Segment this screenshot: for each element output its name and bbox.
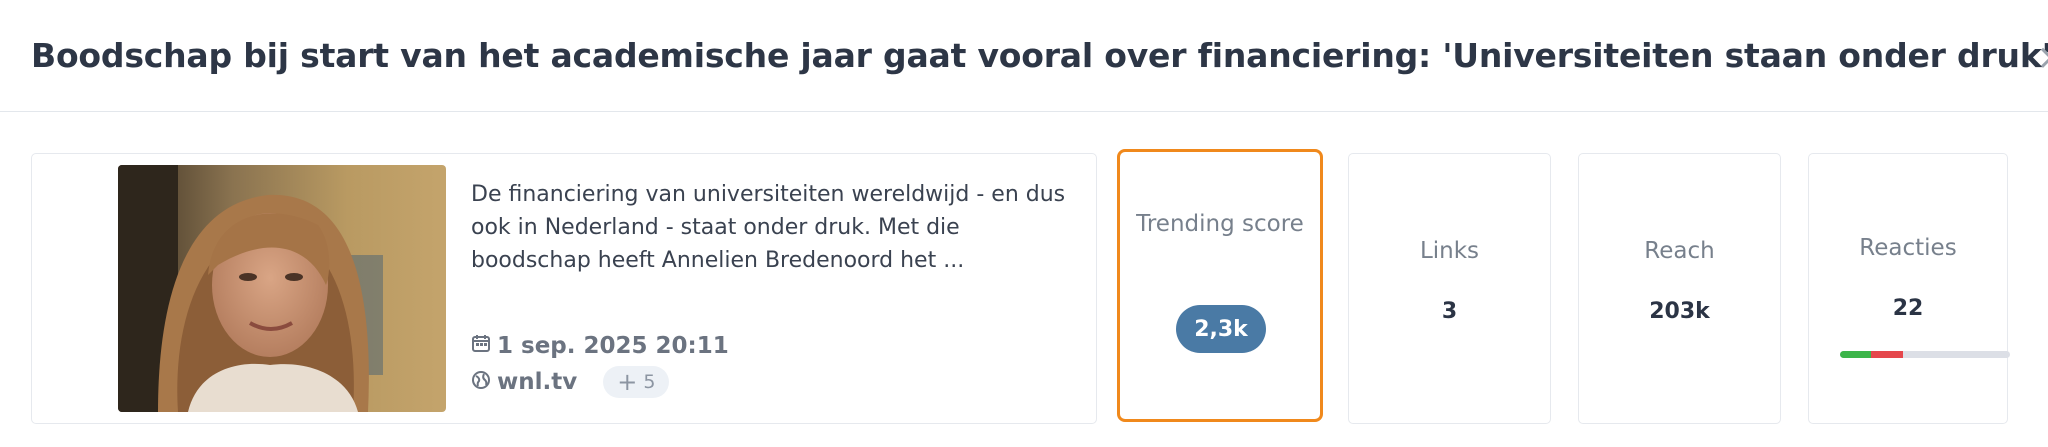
globe-icon (471, 370, 491, 394)
calendar-icon (471, 333, 491, 359)
trending-score-label: Trending score (1136, 211, 1304, 237)
panel-header: Boodschap bij start van het academische … (0, 0, 2048, 112)
more-sources-count: 5 (643, 371, 656, 393)
reacties-card[interactable]: Reacties 22 (1808, 153, 2010, 424)
more-sources-badge[interactable]: + 5 (603, 366, 670, 398)
source-row: wnl.tv + 5 (471, 366, 670, 398)
article-card[interactable]: De financiering van universiteiten werel… (31, 153, 1097, 424)
links-value: 3 (1441, 299, 1458, 324)
plus-icon: + (617, 368, 638, 396)
reach-label: Reach (1644, 238, 1715, 264)
article-description: De financiering van universiteiten werel… (471, 182, 1066, 273)
reacties-value: 22 (1892, 296, 1924, 321)
sentiment-bar (1840, 351, 2010, 358)
publish-date-text: 1 sep. 2025 20:11 (497, 333, 729, 359)
close-icon[interactable]: × (2036, 38, 2048, 78)
source-link[interactable]: wnl.tv (497, 369, 577, 395)
sentiment-positive (1840, 351, 1871, 358)
reacties-label: Reacties (1859, 235, 1957, 261)
links-card[interactable]: Links 3 (1348, 153, 1551, 424)
trending-score-card[interactable]: Trending score 2,3k (1117, 149, 1323, 422)
article-thumbnail (118, 165, 446, 412)
sentiment-negative (1870, 351, 1903, 358)
links-label: Links (1419, 238, 1480, 264)
publish-date: 1 sep. 2025 20:11 (471, 333, 729, 359)
reach-value: 203k (1649, 299, 1710, 324)
reach-card[interactable]: Reach 203k (1578, 153, 1781, 424)
trending-score-value: 2,3k (1176, 305, 1266, 353)
article-title: Boodschap bij start van het academische … (31, 36, 2048, 75)
